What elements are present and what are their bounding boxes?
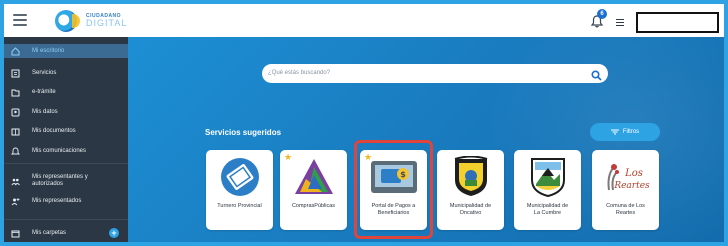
filters-button[interactable]: Filtros	[590, 123, 660, 141]
bottom-border	[4, 242, 724, 246]
sidebar-item-mis-representantes[interactable]: Mis representantes y autorizados	[4, 173, 128, 189]
documents-icon	[11, 127, 20, 136]
card-label: Turnero Provincial	[217, 203, 262, 209]
sidebar-item-mis-documentos[interactable]: Mis documentos	[4, 125, 128, 137]
service-card-municipalidad-oncativo[interactable]: Municipalidad de Oncativo	[437, 150, 504, 230]
sidebar-item-label-line-1: Mis representantes y	[32, 174, 88, 180]
sidebar-item-label: Mis comunicaciones	[32, 147, 87, 154]
section-title: Servicios sugeridos	[205, 128, 282, 137]
sidebar-item-label: Mis datos	[32, 108, 58, 115]
card-label-line-2: Oncativo	[459, 210, 482, 216]
sidebar-divider	[4, 163, 128, 164]
crest-icon: Los Reartes	[600, 155, 651, 198]
sidebar-item-mis-carpetas[interactable]: Mis carpetas +	[4, 227, 128, 239]
card-label-line-1: Municipalidad de	[526, 203, 569, 209]
logo-text-los: Los	[624, 168, 643, 179]
add-folder-button[interactable]: +	[109, 228, 119, 238]
filters-label: Filtros	[622, 129, 640, 135]
notification-badge: 6	[597, 9, 607, 19]
folder-icon	[11, 88, 20, 97]
hamburger-icon[interactable]	[13, 14, 27, 26]
filter-icon	[610, 129, 619, 135]
user-account-box[interactable]	[636, 12, 719, 33]
sidebar-item-label-line-2: autorizados	[32, 181, 64, 187]
triangle-logo-icon	[288, 155, 339, 198]
sidebar-item-mis-datos[interactable]: Mis datos	[4, 106, 128, 118]
sidebar-item-e-tramite[interactable]: e-trámite	[4, 86, 128, 98]
service-card-turnero-provincial[interactable]: Turnero Provincial	[206, 150, 273, 230]
grid-icon	[11, 69, 20, 78]
card-label: Municipalidad de La Cumbre	[516, 203, 579, 217]
service-card-municipalidad-la-cumbre[interactable]: Municipalidad de La Cumbre	[514, 150, 581, 230]
notifications-button[interactable]: 6	[591, 9, 607, 29]
card-label-line-2: Reartes	[615, 210, 636, 216]
menu-lines-icon[interactable]	[616, 19, 624, 26]
sidebar-item-mis-representados[interactable]: Mis representados	[4, 195, 128, 207]
main-content: ¿Qué estás buscando? Servicios sugeridos…	[128, 37, 724, 242]
service-card-compras-publicas[interactable]: ★ ComprasPúblicas	[280, 150, 347, 230]
search-icon[interactable]	[591, 68, 602, 81]
id-card-icon	[11, 108, 20, 117]
search-placeholder: ¿Qué estás buscando?	[268, 70, 331, 76]
ticket-icon	[214, 155, 265, 198]
card-label: Municipalidad de Oncativo	[439, 203, 502, 217]
sidebar: Mi escritorio Servicios e-trámite Mis da…	[4, 37, 128, 242]
folder-icon	[11, 229, 20, 238]
sidebar-item-label: e-trámite	[32, 88, 56, 95]
sidebar-item-label: Mis documentos	[32, 127, 76, 134]
bell-icon	[11, 147, 20, 156]
logo-line-2: DIGITAL	[86, 17, 128, 28]
sidebar-item-mis-comunicaciones[interactable]: Mis comunicaciones	[4, 145, 128, 157]
sidebar-item-label: Mis representados	[32, 197, 82, 204]
sidebar-item-mi-escritorio[interactable]: Mi escritorio	[4, 44, 128, 58]
logo-text-reartes: Reartes	[613, 181, 650, 191]
app-logo[interactable]: CIUDADANO DIGITAL	[55, 7, 135, 34]
service-card-comuna-los-reartes[interactable]: Los Reartes Comuna de Los Reartes	[592, 150, 659, 230]
highlight-frame	[354, 140, 433, 239]
logo-text: CIUDADANO DIGITAL	[86, 13, 128, 28]
card-label-line-1: Comuna de Los	[606, 203, 645, 209]
card-label-line-1: Municipalidad de	[449, 203, 492, 209]
home-icon	[11, 46, 20, 56]
card-label: Comuna de Los Reartes	[594, 203, 657, 217]
card-label: ComprasPúblicas	[291, 203, 336, 209]
sidebar-item-label: Mi escritorio	[32, 47, 65, 54]
sidebar-item-label: Servicios	[32, 69, 57, 76]
logo-mark-icon	[55, 9, 80, 32]
users-icon	[11, 177, 20, 186]
top-bar: CIUDADANO DIGITAL 6	[4, 4, 724, 37]
sidebar-divider	[4, 219, 128, 220]
sidebar-item-label: Mis carpetas	[32, 229, 67, 236]
search-input[interactable]: ¿Qué estás buscando?	[262, 64, 608, 83]
crest-icon	[445, 155, 496, 198]
user-plus-icon	[11, 197, 20, 206]
crest-icon	[522, 155, 573, 198]
sidebar-item-servicios[interactable]: Servicios	[4, 67, 128, 79]
card-label-line-2: La Cumbre	[533, 210, 562, 216]
app-frame: CIUDADANO DIGITAL 6 Mi escritorio Servic…	[0, 0, 728, 246]
